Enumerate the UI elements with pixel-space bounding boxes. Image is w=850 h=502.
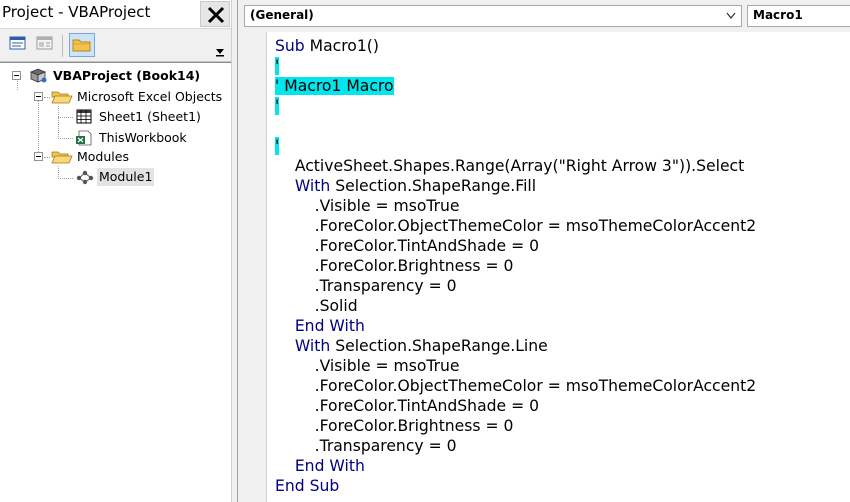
pane-splitter[interactable] xyxy=(231,0,238,502)
folder-open-icon xyxy=(51,151,73,164)
close-button[interactable] xyxy=(200,1,230,27)
tree-node-module1[interactable]: Module1 xyxy=(0,168,231,186)
view-code-button[interactable] xyxy=(9,35,31,55)
code-line[interactable]: ' Macro1 Macro xyxy=(275,76,394,96)
code-line[interactable]: .ForeColor.ObjectThemeColor = msoThemeCo… xyxy=(275,376,757,396)
tree-label: VBAProject (Book14) xyxy=(53,68,201,83)
code-line[interactable]: .Visible = msoTrue xyxy=(275,356,460,376)
close-icon xyxy=(207,6,225,24)
code-comment: ' xyxy=(275,137,280,155)
procedure-dropdown-value: Macro1 xyxy=(753,8,803,22)
code-line[interactable]: .Solid xyxy=(275,296,358,316)
project-explorer-pane: Project - VBAProject VBAProject (Book14)… xyxy=(0,0,231,502)
folder-icon xyxy=(72,39,91,52)
code-text: .Visible = msoTrue xyxy=(275,197,460,215)
code-comment: ' Macro1 Macro xyxy=(275,77,394,95)
code-keyword: With xyxy=(275,337,336,355)
code-text: .ForeColor.TintAndShade = 0 xyxy=(275,397,540,415)
project-tree: VBAProject (Book14) Microsoft Excel Obje… xyxy=(0,62,231,502)
object-dropdown-value: (General) xyxy=(250,8,314,22)
code-text: .Solid xyxy=(275,297,358,315)
view-object-icon xyxy=(36,36,53,50)
code-line[interactable]: With Selection.ShapeRange.Line xyxy=(275,336,548,356)
tree-node-sheet1[interactable]: Sheet1 (Sheet1) xyxy=(0,108,231,126)
worksheet-icon xyxy=(76,109,92,124)
code-line[interactable]: With Selection.ShapeRange.Fill xyxy=(275,176,536,196)
code-text: Selection.ShapeRange.Fill xyxy=(335,177,537,195)
code-text: .ForeColor.Brightness = 0 xyxy=(275,257,514,275)
code-keyword: With xyxy=(275,177,336,195)
view-code-icon xyxy=(9,36,26,50)
code-text: ActiveSheet.Shapes.Range(Array("Right Ar… xyxy=(275,157,745,175)
margin-indicator-bar[interactable] xyxy=(238,32,267,502)
code-text: .Transparency = 0 xyxy=(275,277,457,295)
code-line[interactable]: .ForeColor.ObjectThemeColor = msoThemeCo… xyxy=(275,216,757,236)
project-pane-titlebar: Project - VBAProject xyxy=(0,0,231,28)
project-pane-title: Project - VBAProject xyxy=(2,3,151,21)
object-dropdown[interactable]: (General) xyxy=(244,5,742,27)
tree-label: Modules xyxy=(77,149,129,164)
code-text: .ForeColor.TintAndShade = 0 xyxy=(275,237,540,255)
code-line[interactable]: .ForeColor.Brightness = 0 xyxy=(275,256,514,276)
code-line[interactable]: End Sub xyxy=(275,476,339,496)
code-line[interactable]: End With xyxy=(275,456,365,476)
excel-workbook-icon xyxy=(76,130,92,146)
code-comment: ' xyxy=(275,57,280,75)
chevron-down-icon xyxy=(726,12,736,19)
collapse-toggle[interactable] xyxy=(34,152,43,161)
tree-node-thisworkbook[interactable]: ThisWorkbook xyxy=(0,129,231,147)
collapse-toggle[interactable] xyxy=(34,92,43,101)
code-text: Macro1() xyxy=(309,37,379,55)
toolbar-overflow-icon[interactable] xyxy=(214,37,226,59)
tree-label: Microsoft Excel Objects xyxy=(77,89,223,104)
tree-label: ThisWorkbook xyxy=(99,130,187,145)
vba-project-icon xyxy=(29,68,47,83)
code-line[interactable]: .ForeColor.Brightness = 0 xyxy=(275,416,514,436)
folder-open-icon xyxy=(51,91,73,104)
procedure-dropdown[interactable]: Macro1 xyxy=(747,5,850,27)
toggle-folders-button[interactable] xyxy=(69,33,95,57)
tree-node-excel-objects[interactable]: Microsoft Excel Objects xyxy=(0,88,231,106)
code-line[interactable]: ' xyxy=(275,56,280,76)
code-text: .ForeColor.Brightness = 0 xyxy=(275,417,514,435)
toolbar-separator xyxy=(62,35,63,57)
code-window: (General) Macro1 Sub Macro1() ' ' Macro1 M… xyxy=(238,0,850,502)
code-keyword: End With xyxy=(275,457,365,475)
code-keyword: End With xyxy=(275,317,365,335)
tree-label: Module1 xyxy=(97,168,155,186)
code-line[interactable]: ' xyxy=(275,136,280,156)
code-line[interactable]: Sub Macro1() xyxy=(275,36,379,56)
code-keyword: Sub xyxy=(275,37,310,55)
view-object-button[interactable] xyxy=(36,35,58,55)
code-text: .ForeColor.ObjectThemeColor = msoThemeCo… xyxy=(275,377,757,395)
code-line[interactable]: ActiveSheet.Shapes.Range(Array("Right Ar… xyxy=(275,156,744,176)
code-line[interactable]: .Visible = msoTrue xyxy=(275,196,460,216)
code-line[interactable]: .Transparency = 0 xyxy=(275,436,457,456)
collapse-toggle[interactable] xyxy=(12,71,21,80)
tree-node-vbaproject[interactable]: VBAProject (Book14) xyxy=(0,67,231,85)
code-editor[interactable]: Sub Macro1() ' ' Macro1 Macro ' ' ActiveShee… xyxy=(267,32,850,502)
code-line[interactable]: ' xyxy=(275,96,280,116)
code-comment: ' xyxy=(275,97,280,115)
code-text: .ForeColor.ObjectThemeColor = msoThemeCo… xyxy=(275,217,757,235)
code-line[interactable]: .ForeColor.TintAndShade = 0 xyxy=(275,396,539,416)
module-icon xyxy=(76,170,94,185)
tree-node-modules[interactable]: Modules xyxy=(0,148,231,166)
code-line[interactable]: .Transparency = 0 xyxy=(275,276,457,296)
code-line[interactable]: .ForeColor.TintAndShade = 0 xyxy=(275,236,539,256)
code-text: .Visible = msoTrue xyxy=(275,357,460,375)
code-line[interactable]: End With xyxy=(275,316,365,336)
tree-label: Sheet1 (Sheet1) xyxy=(99,109,201,124)
code-text: Selection.ShapeRange.Line xyxy=(335,337,548,355)
code-text: .Transparency = 0 xyxy=(275,437,457,455)
code-keyword: End Sub xyxy=(275,477,340,495)
project-pane-toolbar xyxy=(0,28,231,62)
